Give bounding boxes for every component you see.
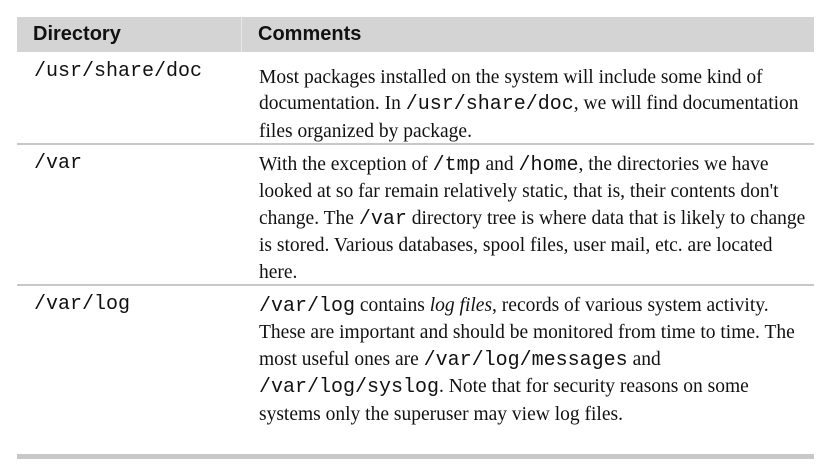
table-row: /var With the exception of /tmp and /hom… [17, 143, 814, 284]
comment-code: /var/log/messages [423, 348, 628, 372]
directory-cell: /var [34, 152, 83, 175]
comment-cell: With the exception of /tmp and /home, th… [242, 151, 814, 284]
directory-table: Directory Comments /usr/share/doc Most p… [17, 17, 814, 459]
table-bottom-rule [17, 454, 814, 459]
comment-code: /var/log [259, 295, 356, 318]
comment-text: and [480, 154, 519, 175]
comment-code: /tmp [432, 154, 481, 177]
comment-text: and [627, 348, 661, 370]
comment-emphasis: log files [429, 295, 493, 316]
comment-text: With the exception of [259, 154, 433, 175]
header-comments: Comments [258, 23, 362, 45]
table-row: /usr/share/doc Most packages installed o… [17, 52, 814, 143]
comment-code: /var/log/syslog [259, 376, 440, 400]
comment-text: contains [355, 295, 430, 316]
comment-code: /var [358, 207, 407, 231]
directory-cell: /var/log [34, 293, 131, 316]
comment-code: /home [518, 154, 579, 177]
directory-cell: /usr/share/doc [34, 60, 203, 83]
table-row: /var/log /var/log contains log files, re… [17, 284, 814, 454]
comment-code: /usr/share/doc [405, 93, 574, 117]
header-directory: Directory [17, 17, 242, 52]
comment-cell: /var/log contains log files, records of … [242, 292, 814, 454]
comment-cell: Most packages installed on the system wi… [242, 59, 814, 143]
table-header: Directory Comments [17, 17, 814, 52]
